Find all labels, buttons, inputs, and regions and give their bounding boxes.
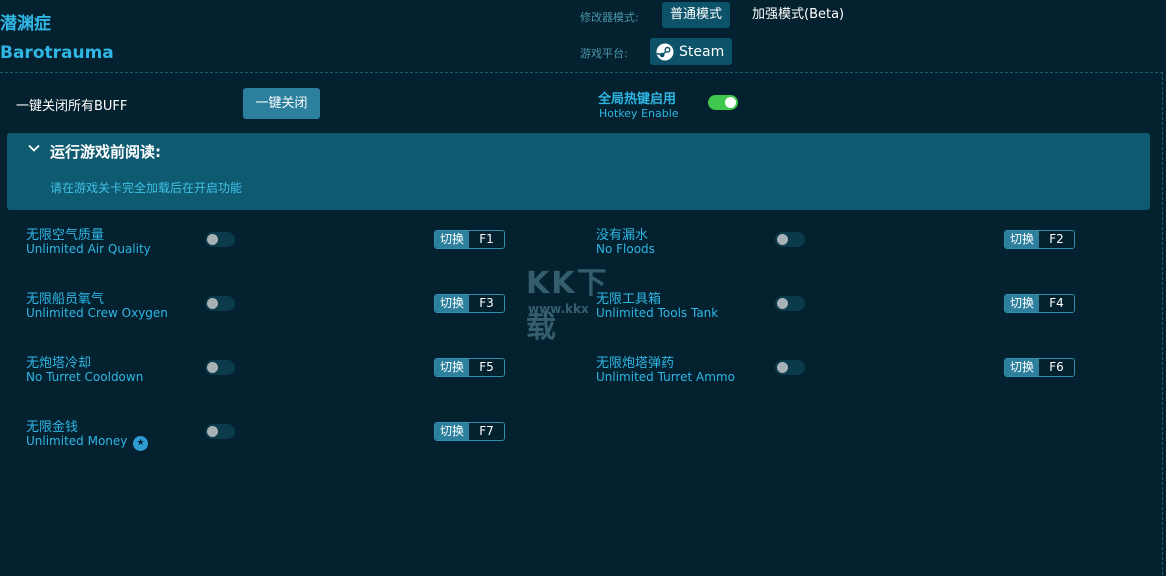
cheat-name-en: Unlimited Crew Oxygen	[26, 306, 168, 320]
hotkey-button[interactable]: 切换 F2	[1004, 230, 1075, 249]
cheat-name-en: No Floods	[596, 242, 655, 256]
cheat-row: 没有漏水 No Floods 切换 F2	[596, 224, 1116, 264]
switch-label: 切换	[1005, 231, 1039, 248]
notice-panel: 运行游戏前阅读: 请在游戏关卡完全加载后在开启功能	[7, 133, 1150, 210]
hotkey-button[interactable]: 切换 F6	[1004, 358, 1075, 377]
hotkey-enable-toggle[interactable]	[708, 95, 738, 110]
hotkey-button[interactable]: 切换 F7	[434, 422, 505, 441]
toggle-knob	[207, 362, 218, 373]
cheat-toggle[interactable]	[775, 232, 805, 247]
toggle-knob	[207, 426, 218, 437]
cheat-toggle[interactable]	[775, 296, 805, 311]
trainer-window: 潜渊症 Barotrauma 修改器模式: 普通模式 加强模式(Beta) 游戏…	[0, 0, 1166, 576]
close-all-button[interactable]: 一键关闭	[243, 88, 320, 119]
switch-label: 切换	[1005, 359, 1039, 376]
toggle-knob	[207, 298, 218, 309]
cheat-name-cn: 无限工具箱	[596, 292, 662, 307]
switch-label: 切换	[435, 231, 469, 248]
cheat-name-cn: 没有漏水	[596, 228, 649, 243]
hotkey-label: F7	[469, 423, 504, 440]
hotkey-button[interactable]: 切换 F4	[1004, 294, 1075, 313]
toggle-knob	[207, 234, 218, 245]
toggle-knob	[777, 362, 788, 373]
switch-label: 切换	[1005, 295, 1039, 312]
hotkey-label: F6	[1039, 359, 1074, 376]
cheat-toggle[interactable]	[205, 424, 235, 439]
cheat-name-cn: 无限空气质量	[26, 228, 105, 243]
switch-label: 切换	[435, 359, 469, 376]
cheat-name-en: Unlimited Turret Ammo	[596, 370, 735, 384]
cheat-toggle[interactable]	[205, 232, 235, 247]
hotkey-button[interactable]: 切换 F1	[434, 230, 505, 249]
cheat-toggle[interactable]	[205, 360, 235, 375]
hotkey-label: F1	[469, 231, 504, 248]
mode-label: 修改器模式:	[580, 11, 639, 24]
normal-mode-button[interactable]: 普通模式	[662, 2, 731, 28]
game-title-en: Barotrauma	[0, 43, 114, 63]
toggle-knob	[777, 298, 788, 309]
switch-label: 切换	[435, 423, 469, 440]
hotkey-label: F4	[1039, 295, 1074, 312]
cheat-name-en: Unlimited Money	[26, 434, 128, 448]
platform-label: 游戏平台:	[580, 47, 628, 60]
toggle-knob	[725, 97, 736, 108]
cheat-toggle[interactable]	[205, 296, 235, 311]
cheat-row: 无限工具箱 Unlimited Tools Tank 切换 F4	[596, 288, 1116, 328]
cheat-row: 无限炮塔弹药 Unlimited Turret Ammo 切换 F6	[596, 352, 1116, 392]
cheat-name-cn: 无限船员氧气	[26, 292, 105, 307]
cheat-row: 无限空气质量 Unlimited Air Quality 切换 F1	[26, 224, 546, 264]
game-title-cn: 潜渊症	[0, 14, 51, 34]
star-icon: ★	[133, 436, 148, 451]
cheat-name-cn: 无炮塔冷却	[26, 356, 92, 371]
cheat-row: 无炮塔冷却 No Turret Cooldown 切换 F5	[26, 352, 546, 392]
chevron-down-icon[interactable]	[27, 141, 41, 155]
steam-icon	[656, 43, 674, 60]
cheat-row: 无限船员氧气 Unlimited Crew Oxygen 切换 F3	[26, 288, 546, 328]
cheat-name-en: No Turret Cooldown	[26, 370, 144, 384]
advanced-mode-button[interactable]: 加强模式(Beta)	[744, 2, 852, 28]
hotkey-label: F5	[469, 359, 504, 376]
hotkey-button[interactable]: 切换 F3	[434, 294, 505, 313]
hotkey-label: F2	[1039, 231, 1074, 248]
cheat-row: 无限金钱 Unlimited Money ★ 切换 F7	[26, 416, 546, 456]
hotkey-label: F3	[469, 295, 504, 312]
toggle-knob	[777, 234, 788, 245]
notice-title: 运行游戏前阅读:	[50, 143, 161, 161]
hotkey-enable-label-en: Hotkey Enable	[599, 107, 679, 120]
cheat-name-en: Unlimited Air Quality	[26, 242, 151, 256]
cheat-toggle[interactable]	[775, 360, 805, 375]
hotkey-enable-label-cn: 全局热键启用	[598, 92, 677, 107]
steam-platform-button[interactable]: Steam	[650, 38, 733, 65]
notice-body: 请在游戏关卡完全加载后在开启功能	[50, 181, 243, 195]
close-all-buff-label: 一键关闭所有BUFF	[16, 99, 128, 114]
cheat-name-cn: 无限金钱	[26, 420, 79, 435]
switch-label: 切换	[435, 295, 469, 312]
platform-name: Steam	[679, 43, 725, 60]
hotkey-button[interactable]: 切换 F5	[434, 358, 505, 377]
cheat-name-cn: 无限炮塔弹药	[596, 356, 675, 371]
cheat-name-en: Unlimited Tools Tank	[596, 306, 719, 320]
